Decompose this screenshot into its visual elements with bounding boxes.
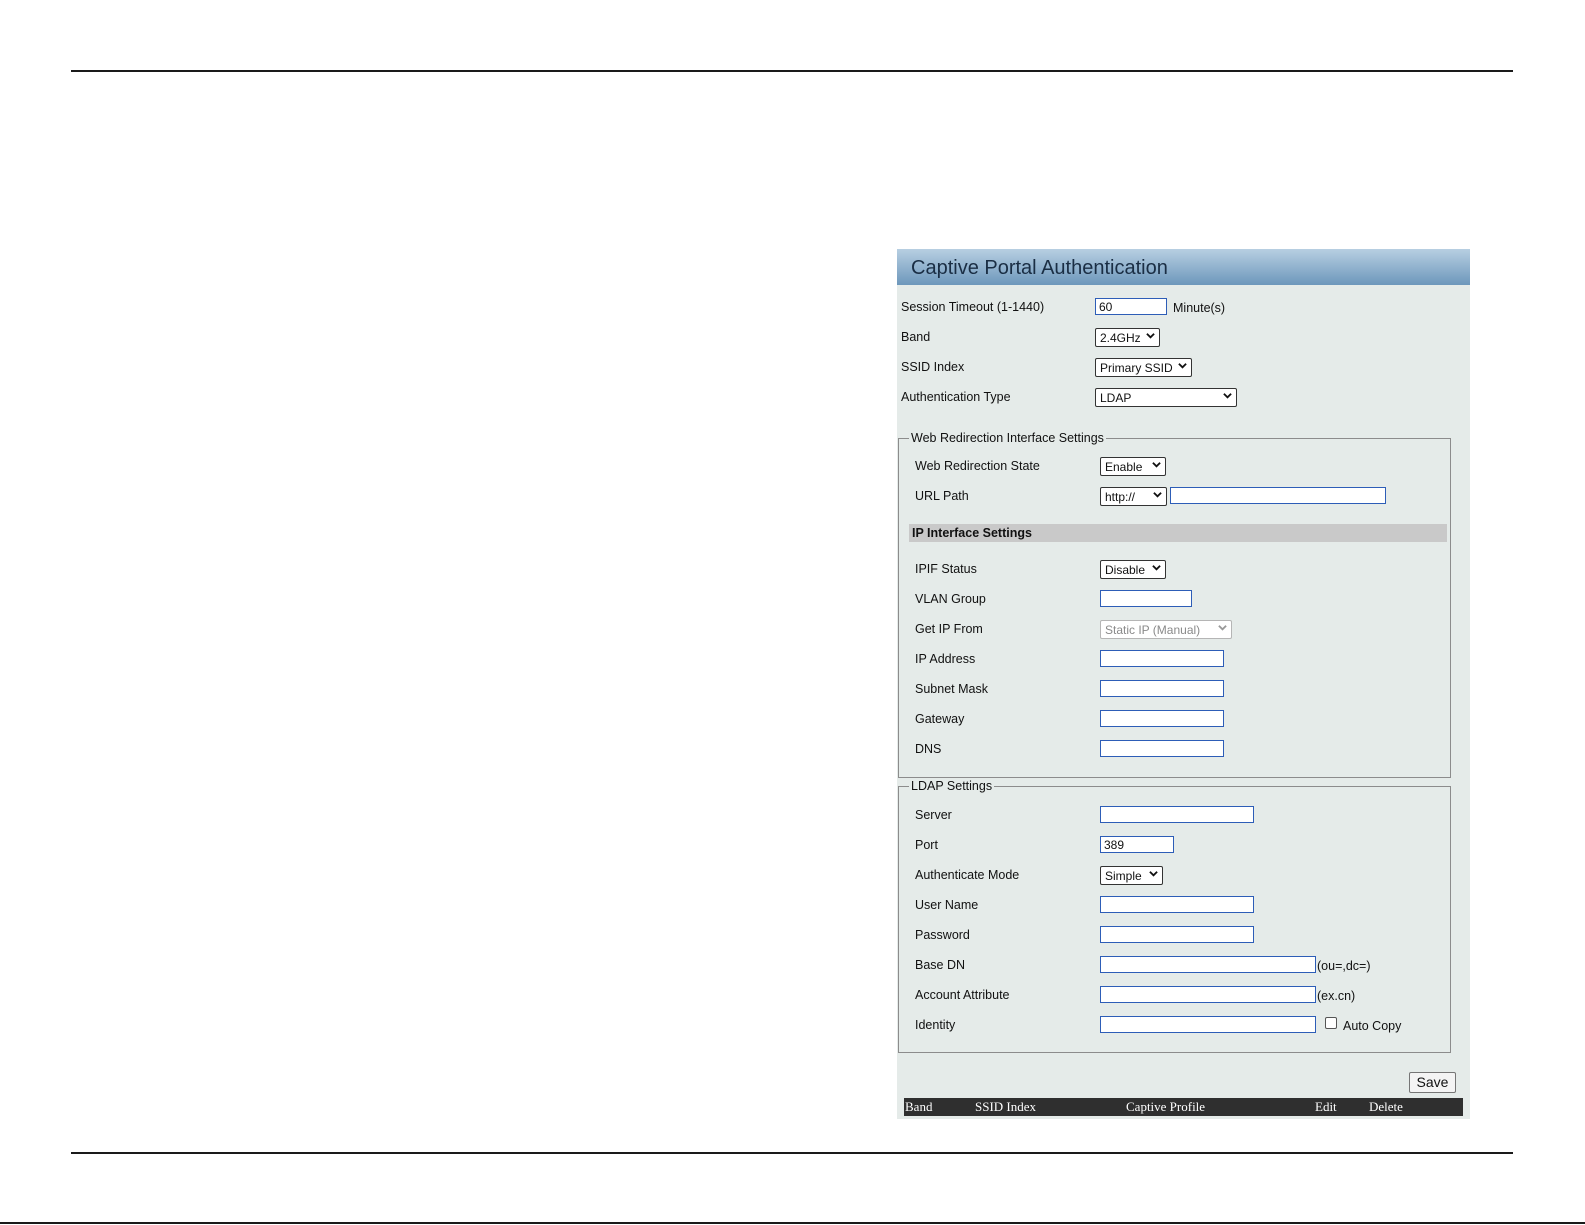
- get-ip-from-select[interactable]: Static IP (Manual): [1100, 620, 1232, 639]
- ldap-password-input[interactable]: [1100, 926, 1254, 943]
- url-path-label: URL Path: [915, 489, 969, 503]
- get-ip-from-label: Get IP From: [915, 622, 983, 636]
- ip-address-label: IP Address: [915, 652, 976, 666]
- band-select-value: 2.4GHz: [1100, 331, 1141, 345]
- url-scheme-value: http://: [1105, 490, 1136, 504]
- chevron-down-icon: [1146, 333, 1155, 339]
- ldap-server-input[interactable]: [1100, 806, 1254, 823]
- column-header-ssid-index: SSID Index: [975, 1099, 1037, 1114]
- base-dn-hint: (ou=,dc=): [1317, 959, 1371, 973]
- panel-title: Captive Portal Authentication: [911, 257, 1168, 279]
- chevron-down-icon: [1223, 393, 1232, 399]
- profile-table-header: Band SSID Index Captive Profile Edit Del…: [904, 1098, 1463, 1116]
- chevron-down-icon: [1153, 492, 1162, 498]
- web-redirection-state-select[interactable]: Enable: [1100, 457, 1166, 476]
- gateway-input[interactable]: [1100, 710, 1224, 727]
- auth-type-label: Authentication Type: [901, 390, 1011, 404]
- captive-portal-panel: Captive Portal Authentication Session Ti…: [897, 249, 1470, 1119]
- get-ip-from-value: Static IP (Manual): [1105, 623, 1201, 637]
- chevron-down-icon: [1178, 363, 1187, 369]
- account-attribute-hint: (ex.cn): [1317, 989, 1356, 1003]
- auth-mode-label: Authenticate Mode: [915, 868, 1020, 882]
- ip-address-input[interactable]: [1100, 650, 1224, 667]
- ssid-index-select[interactable]: Primary SSID: [1095, 358, 1192, 377]
- vlan-group-input[interactable]: [1100, 590, 1192, 607]
- web-redirection-state-label: Web Redirection State: [915, 459, 1040, 473]
- panel-header: Captive Portal Authentication: [897, 249, 1470, 285]
- ssid-index-select-value: Primary SSID: [1100, 361, 1173, 375]
- ldap-user-name-input[interactable]: [1100, 896, 1254, 913]
- session-timeout-input[interactable]: [1095, 298, 1167, 315]
- ldap-password-label: Password: [915, 928, 970, 942]
- url-scheme-select[interactable]: http://: [1100, 487, 1167, 506]
- ipif-status-select[interactable]: Disable: [1100, 560, 1166, 579]
- session-timeout-label: Session Timeout (1-1440): [901, 300, 1045, 314]
- auth-type-select-value: LDAP: [1100, 391, 1132, 405]
- band-label: Band: [901, 330, 931, 344]
- ldap-port-label: Port: [915, 838, 938, 852]
- session-timeout-unit: Minute(s): [1173, 301, 1226, 315]
- footer-divider: [0, 1222, 1585, 1224]
- ip-interface-heading: IP Interface Settings: [912, 526, 1032, 540]
- top-divider: [71, 70, 1513, 72]
- ipif-status-label: IPIF Status: [915, 562, 977, 576]
- chevron-down-icon: [1218, 625, 1227, 631]
- identity-label: Identity: [915, 1018, 956, 1032]
- auto-copy-checkbox[interactable]: [1325, 1017, 1337, 1029]
- bottom-divider: [71, 1152, 1513, 1154]
- auth-type-select[interactable]: LDAP: [1095, 388, 1237, 407]
- auth-mode-select[interactable]: Simple: [1100, 866, 1163, 885]
- ldap-user-name-label: User Name: [915, 898, 979, 912]
- ip-interface-heading-bar: IP Interface Settings: [909, 524, 1447, 542]
- subnet-mask-label: Subnet Mask: [915, 682, 988, 696]
- base-dn-label: Base DN: [915, 958, 966, 972]
- web-redirection-state-value: Enable: [1105, 460, 1143, 474]
- ipif-status-value: Disable: [1105, 563, 1146, 577]
- account-attribute-label: Account Attribute: [915, 988, 1010, 1002]
- ldap-server-label: Server: [915, 808, 952, 822]
- column-header-band: Band: [905, 1099, 933, 1114]
- ldap-settings-fieldset: LDAP Settings Server Port Authenticate M…: [898, 779, 1451, 1053]
- column-header-edit: Edit: [1315, 1099, 1337, 1114]
- dns-label: DNS: [915, 742, 942, 756]
- column-header-delete: Delete: [1369, 1099, 1403, 1114]
- account-attribute-input[interactable]: [1100, 986, 1316, 1003]
- ldap-port-input[interactable]: [1100, 836, 1174, 853]
- identity-input[interactable]: [1100, 1016, 1316, 1033]
- auth-mode-value: Simple: [1105, 869, 1142, 883]
- auto-copy-label: Auto Copy: [1343, 1019, 1402, 1033]
- subnet-mask-input[interactable]: [1100, 680, 1224, 697]
- ldap-settings-legend: LDAP Settings: [909, 779, 995, 793]
- chevron-down-icon: [1152, 462, 1161, 468]
- gateway-label: Gateway: [915, 712, 965, 726]
- save-button[interactable]: Save: [1409, 1072, 1456, 1093]
- chevron-down-icon: [1152, 565, 1161, 571]
- base-dn-input[interactable]: [1100, 956, 1316, 973]
- web-redirection-legend: Web Redirection Interface Settings: [909, 431, 1106, 445]
- band-select[interactable]: 2.4GHz: [1095, 328, 1160, 347]
- url-path-input[interactable]: [1170, 487, 1386, 504]
- web-redirection-fieldset: Web Redirection Interface Settings Web R…: [898, 431, 1451, 778]
- chevron-down-icon: [1149, 871, 1158, 877]
- column-header-captive-profile: Captive Profile: [1126, 1099, 1206, 1114]
- ssid-index-label: SSID Index: [901, 360, 965, 374]
- vlan-group-label: VLAN Group: [915, 592, 986, 606]
- dns-input[interactable]: [1100, 740, 1224, 757]
